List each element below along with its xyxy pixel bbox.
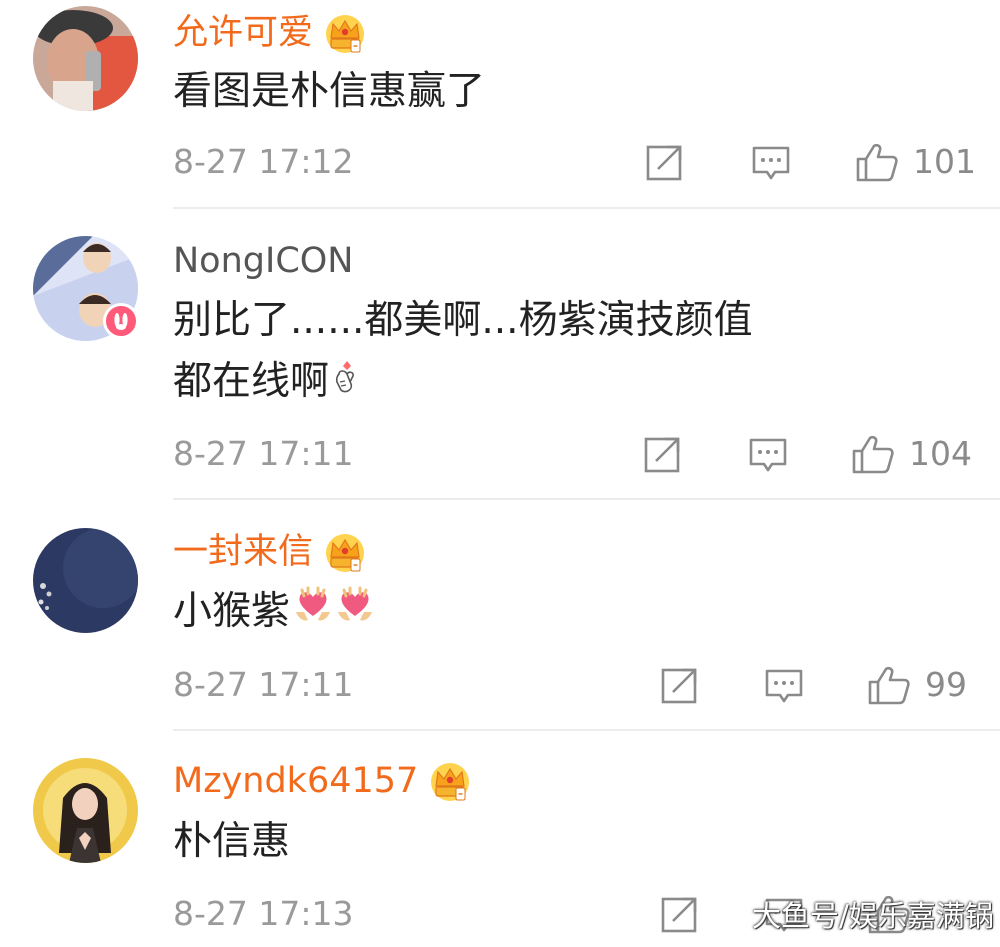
verified-badge <box>103 303 139 339</box>
share-icon <box>645 142 685 182</box>
username[interactable]: NongICON <box>173 236 354 286</box>
comment-header: NongICON <box>173 236 354 286</box>
share-icon <box>643 434 683 474</box>
comment-text: 小猴紫 <box>173 589 291 634</box>
crown-badge-icon[interactable] <box>325 531 365 573</box>
crown-badge-icon[interactable] <box>430 760 470 802</box>
timestamp: 8-27 17:12 <box>173 142 354 181</box>
share-button[interactable] <box>645 142 685 182</box>
like-button[interactable]: 99 <box>867 665 967 705</box>
comment-icon <box>764 665 804 705</box>
username[interactable]: 一封来信 <box>173 527 313 577</box>
comment-header: Mzyndk64157 <box>173 756 470 806</box>
username[interactable]: 允许可爱 <box>173 8 313 58</box>
finger-heart-emoji <box>333 354 361 410</box>
comment-icon <box>748 434 788 474</box>
username[interactable]: Mzyndk64157 <box>173 756 418 806</box>
divider <box>173 729 1000 731</box>
comment-icon <box>751 142 791 182</box>
share-button[interactable] <box>660 665 700 705</box>
comment-header: 允许可爱 <box>173 8 365 58</box>
like-button[interactable]: 101 <box>855 142 976 182</box>
comment-meta: 8-27 17:11 99 <box>173 660 968 710</box>
reply-button[interactable] <box>751 142 791 182</box>
like-count: 101 <box>913 142 976 181</box>
divider <box>173 207 1000 209</box>
comment-header: 一封来信 <box>173 527 365 577</box>
watermark: 大鱼号/娱乐嘉满锅 <box>752 899 994 933</box>
share-icon <box>660 665 700 705</box>
comment-text-line: 小猴紫 <box>173 584 374 640</box>
avatar[interactable] <box>33 6 138 111</box>
comment-meta: 8-27 17:12 101 <box>173 137 976 187</box>
thumbs-up-icon <box>855 142 899 182</box>
heart-hands-emoji <box>336 584 374 640</box>
heart-hands-emoji <box>294 584 332 640</box>
timestamp: 8-27 17:11 <box>173 434 354 473</box>
share-button[interactable] <box>660 894 700 934</box>
comment-text: 看图是朴信惠赢了 <box>173 69 486 114</box>
comment-text: 别比了......都美啊...杨紫演技颜值 <box>173 298 753 343</box>
thumbs-up-icon <box>851 434 895 474</box>
like-button[interactable]: 104 <box>851 434 972 474</box>
like-count: 99 <box>925 665 967 704</box>
like-count: 104 <box>909 434 972 473</box>
timestamp: 8-27 17:11 <box>173 665 354 704</box>
avatar[interactable] <box>33 758 138 863</box>
comment-text: 朴信惠 <box>173 819 291 864</box>
verified-icon <box>114 313 128 330</box>
comment-meta: 8-27 17:11 104 <box>173 429 972 479</box>
reply-button[interactable] <box>764 665 804 705</box>
share-icon <box>660 894 700 934</box>
comment-text-line-2: 都在线啊 <box>173 354 361 410</box>
share-button[interactable] <box>643 434 683 474</box>
crown-badge-icon[interactable] <box>325 12 365 54</box>
divider <box>173 498 1000 500</box>
timestamp: 8-27 17:13 <box>173 894 354 933</box>
avatar[interactable] <box>33 528 138 633</box>
reply-button[interactable] <box>748 434 788 474</box>
thumbs-up-icon <box>867 665 911 705</box>
comment-text: 都在线啊 <box>173 359 330 404</box>
